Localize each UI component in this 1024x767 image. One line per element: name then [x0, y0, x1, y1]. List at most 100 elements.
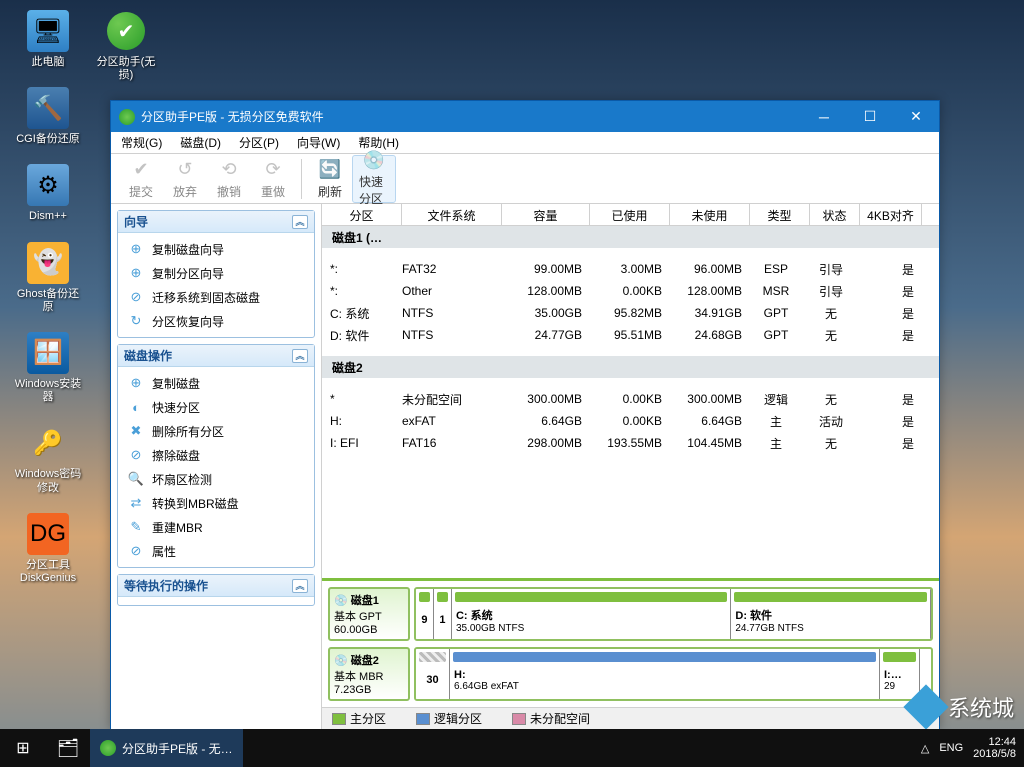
tool-快速分区[interactable]: 💿快速分区 [352, 155, 396, 203]
partition-segment[interactable]: C: 系统35.00GB NTFS [452, 589, 731, 639]
disk-header-row[interactable]: 磁盘1 (… [322, 226, 939, 248]
disk-info[interactable]: 💿 磁盘1基本 GPT60.00GB [328, 587, 410, 641]
gear-icon: ⚙ [27, 164, 69, 206]
partition-segment[interactable]: D: 软件24.77GB NTFS [731, 589, 931, 639]
sidebar-item[interactable]: ⊘迁移系统到固态磁盘 [118, 285, 314, 309]
lang-indicator[interactable]: ENG [939, 742, 963, 754]
partition-segment[interactable]: 9 [416, 589, 434, 639]
sidebar-panel: 向导︽ ⊕复制磁盘向导⊕复制分区向导⊘迁移系统到固态磁盘↻分区恢复向导 [117, 210, 315, 338]
partition-row[interactable]: D: 软件NTFS24.77GB95.51MB24.68GBGPT无是 [322, 324, 939, 346]
sidebar-item[interactable]: ⊕复制磁盘 [118, 371, 314, 395]
tool-icon: 🔄 [318, 157, 342, 181]
item-icon: ⊕ [128, 265, 144, 281]
disk-header-row[interactable]: 磁盘2 [322, 356, 939, 378]
disk-bar: 💿 磁盘1基本 GPT60.00GB91C: 系统35.00GB NTFSD: … [328, 587, 933, 641]
sidebar-item[interactable]: ⊘属性 [118, 539, 314, 563]
partition-row[interactable]: *未分配空间300.00MB0.00KB300.00MB逻辑无是 [322, 388, 939, 410]
sidebar-panel: 磁盘操作︽ ⊕复制磁盘◐快速分区✖删除所有分区⊘擦除磁盘🔍坏扇区检测⇄转换到MBR… [117, 344, 315, 568]
panel-header[interactable]: 向导︽ [118, 211, 314, 233]
desktop-icon[interactable]: 🔨CGI备份还原 [12, 87, 84, 146]
item-icon: ⊘ [128, 543, 144, 559]
partition-segment[interactable]: 1 [434, 589, 452, 639]
partition-row[interactable]: C: 系统NTFS35.00GB95.82MB34.91GBGPT无是 [322, 302, 939, 324]
partition-segment[interactable]: H:6.64GB exFAT [450, 649, 880, 699]
col-header[interactable]: 类型 [750, 204, 810, 225]
tool-icon: 💿 [362, 150, 386, 171]
sidebar-item[interactable]: ◐快速分区 [118, 395, 314, 419]
collapse-icon[interactable]: ︽ [292, 349, 308, 363]
tray-icon[interactable]: △ [921, 742, 929, 755]
item-icon: ◐ [128, 399, 144, 415]
start-button[interactable]: ⊞ [0, 729, 46, 767]
desktop-icon[interactable]: DG分区工具DiskGenius [12, 513, 84, 585]
sidebar-item[interactable]: ⇄转换到MBR磁盘 [118, 491, 314, 515]
hammer-icon: 🔨 [27, 87, 69, 129]
col-header[interactable]: 已使用 [590, 204, 670, 225]
tool-刷新[interactable]: 🔄刷新 [308, 155, 352, 203]
desktop-icon[interactable]: 👻Ghost备份还原 [12, 242, 84, 314]
desktop-icon-partition-assistant[interactable]: ✔ 分区助手(无损) [90, 10, 162, 82]
item-icon: ⊘ [128, 447, 144, 463]
legend-swatch [416, 713, 430, 725]
tool-提交: ✔提交 [119, 155, 163, 203]
sidebar-item[interactable]: ↻分区恢复向导 [118, 309, 314, 333]
panel-header[interactable]: 磁盘操作︽ [118, 345, 314, 367]
app-icon [119, 109, 135, 125]
desktop-icon[interactable]: 🖥此电脑 [12, 10, 84, 69]
minimize-button[interactable]: ─ [801, 101, 847, 132]
grid-header: 分区文件系统容量已使用未使用类型状态4KB对齐 [322, 204, 939, 226]
sidebar-item[interactable]: ⊘擦除磁盘 [118, 443, 314, 467]
partition-segment[interactable]: 30 [416, 649, 450, 699]
toolbar: ✔提交↺放弃⟲撤销⟳重做🔄刷新💿快速分区 [111, 154, 939, 204]
partition-row[interactable]: *:FAT3299.00MB3.00MB96.00MBESP引导是 [322, 258, 939, 280]
col-header[interactable]: 状态 [810, 204, 860, 225]
desktop-icon[interactable]: ⚙Dism++ [12, 164, 84, 223]
grid-body: 磁盘1 (…*:FAT3299.00MB3.00MB96.00MBESP引导是*… [322, 226, 939, 578]
partition-strip: 91C: 系统35.00GB NTFSD: 软件24.77GB NTFS [414, 587, 933, 641]
disk-graph: 💿 磁盘1基本 GPT60.00GB91C: 系统35.00GB NTFSD: … [322, 578, 939, 707]
maximize-button[interactable]: ☐ [847, 101, 893, 132]
partition-row[interactable]: *:Other128.00MB0.00KB128.00MBMSR引导是 [322, 280, 939, 302]
col-header[interactable]: 未使用 [670, 204, 750, 225]
sidebar-panel: 等待执行的操作︽ [117, 574, 315, 606]
item-icon: ↻ [128, 313, 144, 329]
sidebar-item[interactable]: ✖删除所有分区 [118, 419, 314, 443]
disk-info[interactable]: 💿 磁盘2基本 MBR7.23GB [328, 647, 410, 701]
watermark: 系统城 [910, 691, 1014, 723]
collapse-icon[interactable]: ︽ [292, 579, 308, 593]
menu-item[interactable]: 磁盘(D) [176, 132, 225, 153]
file-explorer-icon[interactable]: 🗂 [46, 729, 90, 767]
partition-row[interactable]: I: EFIFAT16298.00MB193.55MB104.45MB主无是 [322, 432, 939, 454]
pc-icon: 🖥 [27, 10, 69, 52]
titlebar[interactable]: 分区助手PE版 - 无损分区免费软件 ─ ☐ ✕ [111, 101, 939, 132]
menu-item[interactable]: 向导(W) [293, 132, 344, 153]
taskbar-item[interactable]: 分区助手PE版 - 无… [90, 729, 243, 767]
sidebar-item[interactable]: 🔍坏扇区检测 [118, 467, 314, 491]
window-title: 分区助手PE版 - 无损分区免费软件 [141, 108, 801, 125]
item-icon: ✎ [128, 519, 144, 535]
collapse-icon[interactable]: ︽ [292, 215, 308, 229]
sidebar-item[interactable]: ⊕复制分区向导 [118, 261, 314, 285]
panel-header[interactable]: 等待执行的操作︽ [118, 575, 314, 597]
col-header[interactable]: 4KB对齐 [860, 204, 922, 225]
key-icon: 🔑 [27, 422, 69, 464]
menu-item[interactable]: 分区(P) [235, 132, 283, 153]
tool-icon: ⟲ [217, 157, 241, 181]
sidebar-item[interactable]: ✎重建MBR [118, 515, 314, 539]
col-header[interactable]: 分区 [322, 204, 402, 225]
legend-item: 未分配空间 [512, 710, 590, 727]
menu-item[interactable]: 常规(G) [117, 132, 166, 153]
sidebar-item[interactable]: ⊕复制磁盘向导 [118, 237, 314, 261]
desktop-icon[interactable]: 🪟Windows安装器 [12, 332, 84, 404]
clock[interactable]: 12:44 2018/5/8 [973, 736, 1016, 760]
item-icon: ✖ [128, 423, 144, 439]
tool-重做: ⟳重做 [251, 155, 295, 203]
partition-row[interactable]: H:exFAT6.64GB0.00KB6.64GB主活动是 [322, 410, 939, 432]
col-header[interactable]: 容量 [502, 204, 590, 225]
col-header[interactable]: 文件系统 [402, 204, 502, 225]
close-button[interactable]: ✕ [893, 101, 939, 132]
greenball-icon: ✔ [105, 10, 147, 52]
ghost-icon: 👻 [27, 242, 69, 284]
partition-strip: 30H:6.64GB exFATI:…29 [414, 647, 933, 701]
desktop-icon[interactable]: 🔑Windows密码修改 [12, 422, 84, 494]
